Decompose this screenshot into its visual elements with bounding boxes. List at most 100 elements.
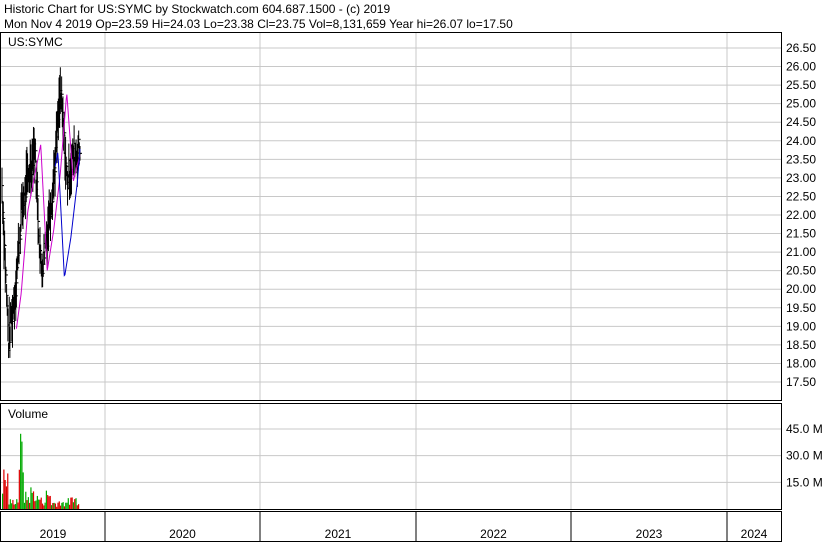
- volume-bar: [9, 499, 11, 509]
- volume-bar: [4, 479, 6, 509]
- volume-bar: [68, 504, 71, 509]
- volume-bar: [78, 504, 80, 509]
- price-tick-label: 19.00: [786, 319, 816, 333]
- price-gridlines: [1, 47, 781, 383]
- volume-bar: [49, 495, 51, 509]
- price-tick-label: 21.50: [786, 227, 816, 241]
- volume-bar: [34, 501, 36, 509]
- price-tick-label: 19.50: [786, 301, 816, 315]
- volume-series: [2, 433, 80, 509]
- volume-bar: [44, 502, 46, 509]
- volume-bar: [48, 496, 50, 509]
- volume-bar: [8, 504, 10, 509]
- volume-bar: [2, 493, 4, 509]
- price-tick-label: 22.50: [786, 189, 816, 203]
- volume-bar: [38, 499, 40, 509]
- volume-bar: [12, 499, 14, 509]
- volume-bar: [3, 469, 5, 509]
- year-label: 2023: [636, 527, 663, 541]
- volume-bar: [71, 497, 73, 509]
- volume-bar: [7, 473, 9, 509]
- volume-tick-label: 45.0 M: [786, 422, 823, 436]
- volume-bar: [70, 497, 72, 509]
- price-tick-label: 18.50: [786, 338, 816, 352]
- volume-bar: [67, 498, 69, 509]
- volume-bar: [14, 504, 17, 509]
- volume-bar: [40, 497, 42, 509]
- volume-panel-frame: [0, 403, 782, 510]
- volume-axis: 45.0 M 30.0 M 15.0 M: [786, 422, 823, 489]
- price-tick-label: 24.50: [786, 115, 816, 129]
- volume-bar: [32, 491, 35, 509]
- volume-bar: [39, 499, 41, 509]
- volume-bar: [41, 503, 44, 509]
- price-panel-label: US:SYMC: [8, 35, 63, 49]
- volume-bar: [16, 499, 18, 509]
- volume-bar: [75, 498, 77, 509]
- volume-bar: [26, 500, 28, 509]
- volume-bar: [36, 495, 38, 509]
- volume-bar: [45, 490, 47, 509]
- volume-bar: [22, 472, 24, 509]
- price-tick-label: 23.50: [786, 152, 816, 166]
- price-tick-label: 18.00: [786, 356, 816, 370]
- volume-bar: [31, 492, 33, 509]
- volume-bar: [43, 505, 45, 509]
- volume-bar: [52, 502, 54, 509]
- volume-panel-label: Volume: [8, 407, 48, 421]
- price-tick-label: 23.00: [786, 171, 816, 185]
- volume-bar: [23, 502, 26, 509]
- volume-bar: [72, 502, 75, 509]
- price-tick-label: 22.00: [786, 208, 816, 222]
- price-tick-label: 25.50: [786, 78, 816, 92]
- volume-bar: [29, 502, 31, 509]
- date-axis-frame: [0, 511, 782, 542]
- volume-bar: [21, 441, 23, 509]
- volume-bar: [57, 502, 59, 509]
- year-label: 2022: [480, 527, 507, 541]
- volume-bar: [74, 499, 76, 509]
- price-axis: 26.50 26.00 25.50 25.00 24.50 24.00 23.50 23.00…: [786, 41, 816, 389]
- date-axis: 2019 2020 2021 2022 2023 2024: [40, 527, 768, 541]
- header-title: Historic Chart for US:SYMC by Stockwatch…: [4, 2, 390, 16]
- price-series: [1, 67, 82, 359]
- volume-bar: [13, 504, 15, 509]
- price-tick-label: 17.50: [786, 375, 816, 389]
- volume-bar: [76, 505, 78, 509]
- price-tick-label: 20.50: [786, 264, 816, 278]
- volume-bar: [11, 503, 13, 509]
- volume-gridlines: [1, 428, 781, 483]
- year-label: 2019: [40, 527, 67, 541]
- volume-bar: [17, 502, 19, 509]
- year-label: 2024: [741, 527, 768, 541]
- volume-bar: [63, 506, 66, 509]
- price-tick-label: 25.00: [786, 97, 816, 111]
- volume-bar: [18, 469, 20, 509]
- year-label: 2020: [169, 527, 196, 541]
- volume-tick-label: 15.0 M: [786, 475, 823, 489]
- volume-bar: [27, 497, 29, 509]
- volume-bar: [56, 506, 58, 509]
- volume-bar: [5, 486, 8, 509]
- volume-bar: [61, 502, 63, 509]
- volume-tick-label: 30.0 M: [786, 449, 823, 463]
- year-label: 2021: [325, 527, 352, 541]
- volume-bar: [58, 501, 60, 509]
- volume-bar: [62, 502, 64, 509]
- price-tick-label: 24.00: [786, 134, 816, 148]
- price-tick-label: 21.00: [786, 245, 816, 259]
- volume-bar: [30, 487, 32, 509]
- volume-bar: [25, 491, 27, 509]
- volume-bar: [35, 500, 37, 509]
- year-gridlines: [104, 33, 728, 542]
- price-tick-label: 26.00: [786, 60, 816, 74]
- volume-bar: [59, 505, 62, 509]
- volume-bar: [20, 433, 22, 509]
- volume-bar: [66, 502, 68, 509]
- price-tick-label: 20.00: [786, 282, 816, 296]
- volume-bar: [53, 502, 55, 509]
- price-tick-label: 26.50: [786, 41, 816, 55]
- volume-bar: [50, 505, 53, 509]
- header-quote: Mon Nov 4 2019 Op=23.59 Hi=24.03 Lo=23.3…: [4, 17, 513, 31]
- volume-bar: [65, 502, 67, 509]
